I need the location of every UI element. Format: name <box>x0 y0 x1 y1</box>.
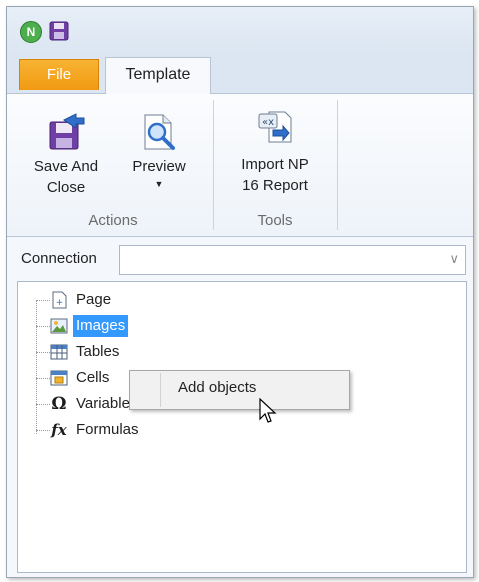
ribbon-tabs: File Template <box>7 55 473 95</box>
tree-item-label: Formulas <box>76 421 139 438</box>
tab-file[interactable]: File <box>19 59 99 90</box>
fx-icon: fx <box>51 421 67 439</box>
qlik-nprinting-icon[interactable]: N <box>20 21 42 43</box>
preview-icon <box>144 114 175 150</box>
tree-item-label: Page <box>76 291 112 308</box>
import-label-1: Import NP <box>241 156 309 173</box>
svg-text:+: + <box>56 298 64 308</box>
tree-item-label: Cells <box>76 369 110 386</box>
chevron-down-icon: ▼ <box>154 179 164 189</box>
group-label-actions: Actions <box>88 212 138 229</box>
import-np16-report-button[interactable]: «x Import NP 16 Report <box>221 104 329 196</box>
preview-button[interactable]: Preview ▼ <box>119 104 199 191</box>
save-and-close-button[interactable]: Save And Close <box>25 104 107 198</box>
tree-line <box>36 430 50 431</box>
page-icon: + <box>52 291 67 309</box>
tree-line <box>36 404 50 405</box>
tree-item-label: Tables <box>76 343 120 360</box>
table-icon <box>50 344 68 360</box>
import-report-icon: «x <box>258 111 292 143</box>
connection-label: Connection <box>21 250 97 267</box>
tab-template[interactable]: Template <box>105 57 211 95</box>
image-icon <box>50 318 68 334</box>
ribbon-separator <box>337 100 338 230</box>
preview-label: Preview <box>132 158 186 175</box>
group-label-tools: Tools <box>257 212 293 229</box>
object-tree: + Page Images Tables Cells Ω Variables f… <box>17 281 467 573</box>
context-menu: Add objects <box>129 370 350 410</box>
save-close-icon <box>49 113 85 150</box>
ribbon-separator <box>213 100 214 230</box>
save-and-close-label-2: Close <box>46 179 86 196</box>
app-window: N File Template Save And Close Preview ▼… <box>6 6 474 578</box>
tree-item-label: Images <box>73 315 129 337</box>
cell-icon <box>50 370 68 386</box>
tree-line <box>36 378 50 379</box>
tree-line <box>36 352 50 353</box>
connection-dropdown[interactable]: ∨ <box>119 245 466 275</box>
tree-line <box>36 300 50 301</box>
ribbon: Save And Close Preview ▼ Actions «x Impo… <box>7 94 473 237</box>
mouse-cursor-icon <box>259 398 277 423</box>
add-objects-label: Add objects <box>178 379 257 396</box>
omega-icon: Ω <box>51 394 67 414</box>
save-and-close-label-1: Save And <box>33 158 99 175</box>
add-objects-menu-item[interactable]: Add objects <box>133 374 344 404</box>
tree-line <box>36 300 37 434</box>
save-icon[interactable] <box>49 21 69 41</box>
chevron-down-icon[interactable]: ∨ <box>449 251 459 267</box>
svg-text:«x: «x <box>262 117 274 128</box>
template-panel: Connection ∨ + Page Images Tables Cells … <box>7 237 473 577</box>
tree-line <box>36 326 50 327</box>
title-bar: N <box>7 7 473 55</box>
import-label-2: 16 Report <box>242 177 308 194</box>
